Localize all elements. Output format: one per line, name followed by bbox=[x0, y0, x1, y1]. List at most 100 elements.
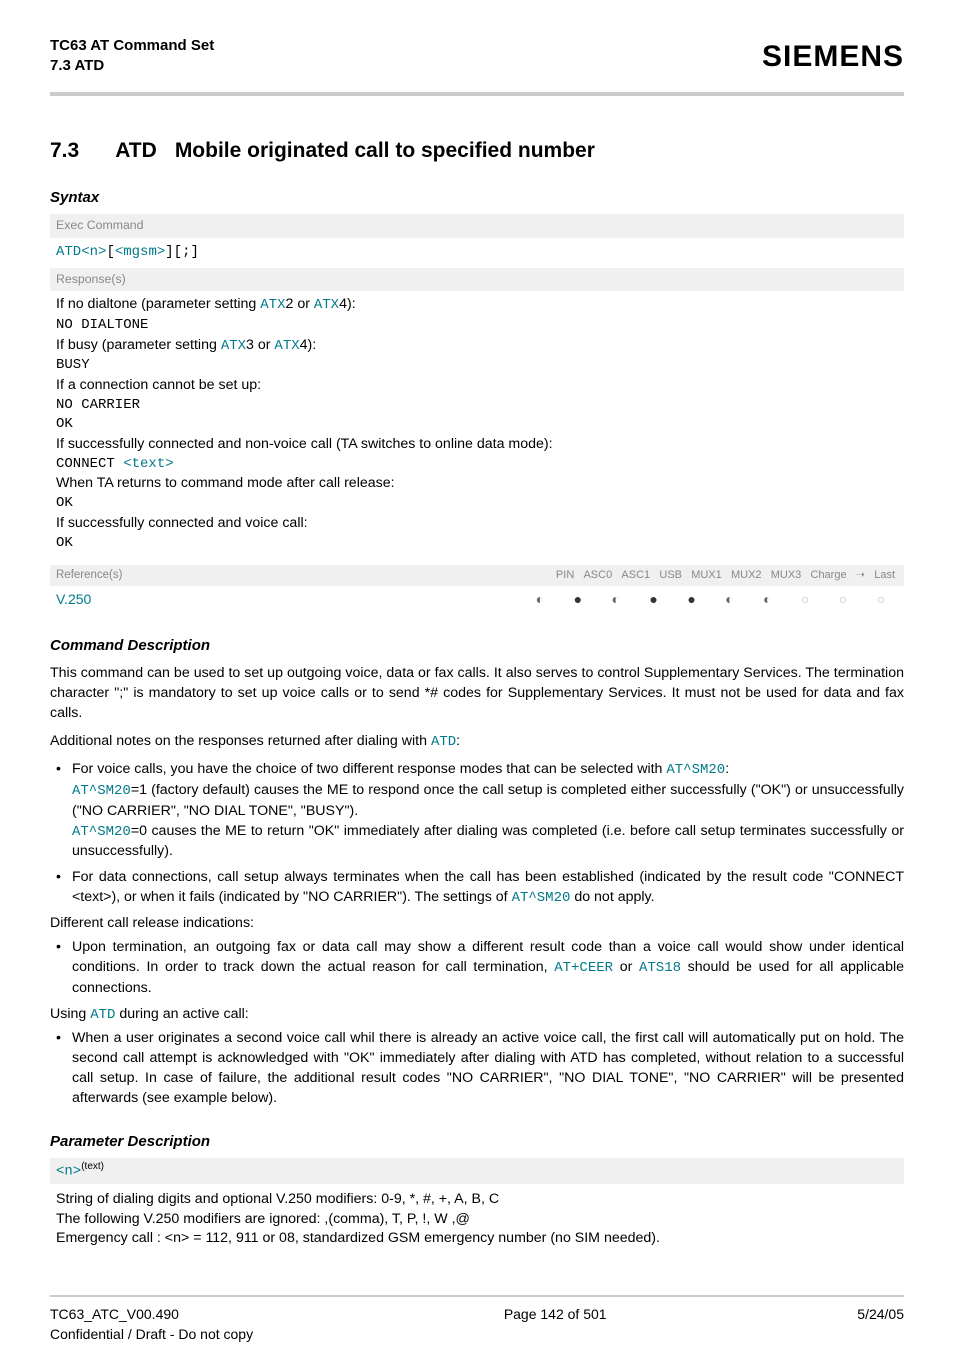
footer-conf: Confidential / Draft - Do not copy bbox=[50, 1325, 253, 1345]
page-header: TC63 AT Command Set 7.3 ATD SIEMENS bbox=[50, 36, 904, 88]
syntax-heading: Syntax bbox=[50, 187, 904, 208]
dot-asc0: ● bbox=[561, 590, 595, 610]
param-desc-heading: Parameter Description bbox=[50, 1131, 904, 1152]
ats18-link[interactable]: ATS18 bbox=[639, 960, 681, 976]
reference-label: Reference(s) bbox=[56, 567, 122, 583]
exec-cmd: ATD bbox=[56, 244, 81, 260]
notes-list-3: When a user originates a second voice ca… bbox=[50, 1029, 904, 1109]
notes-list-1: For voice calls, you have the choice of … bbox=[50, 760, 904, 908]
responses-header: Response(s) bbox=[50, 268, 904, 291]
doc-section: 7.3 ATD bbox=[50, 56, 214, 76]
section-number: 7.3 bbox=[50, 139, 79, 162]
param-n-tag: <n>(text) bbox=[50, 1158, 904, 1184]
atx-link-1[interactable]: ATX bbox=[260, 297, 285, 313]
atd-link-1[interactable]: ATD bbox=[431, 734, 456, 750]
atsm20-link-1[interactable]: AT^SM20 bbox=[666, 762, 725, 778]
list-item: For voice calls, you have the choice of … bbox=[50, 760, 904, 862]
resp-line6: If successfully connected and voice call… bbox=[56, 514, 898, 534]
exec-mgsm[interactable]: <mgsm> bbox=[115, 244, 165, 260]
dot-arrow: ○ bbox=[826, 590, 860, 610]
exec-command-header: Exec Command bbox=[50, 214, 904, 237]
resp-busy: BUSY bbox=[56, 356, 898, 376]
col-charge: Charge bbox=[808, 568, 850, 583]
reference-vals: ◐ ● ◐ ● ● ◐ ◐ ○ ○ ○ bbox=[523, 590, 898, 610]
dot-last: ○ bbox=[864, 590, 898, 610]
atsm20-link-4[interactable]: AT^SM20 bbox=[512, 890, 571, 906]
atsm20-link-2[interactable]: AT^SM20 bbox=[72, 783, 131, 799]
dot-mux1: ● bbox=[675, 590, 709, 610]
list-item: Upon termination, an outgoing fax or dat… bbox=[50, 938, 904, 998]
resp-line1: If no dialtone (parameter setting ATX2 o… bbox=[56, 295, 898, 316]
atceer-link[interactable]: AT+CEER bbox=[554, 960, 613, 976]
cmd-desc-p2: Additional notes on the responses return… bbox=[50, 732, 904, 753]
section-title: 7.3 ATD Mobile originated call to specifie… bbox=[50, 136, 904, 165]
exec-command-body: ATD<n>[<mgsm>][;] bbox=[50, 238, 904, 269]
exec-bracket-close: ][;] bbox=[165, 244, 199, 260]
command-desc-heading: Command Description bbox=[50, 635, 904, 656]
footer-center: Page 142 of 501 bbox=[504, 1305, 607, 1344]
diff-release-label: Different call release indications: bbox=[50, 914, 904, 934]
doc-title: TC63 AT Command Set bbox=[50, 36, 214, 56]
param-line: String of dialing digits and optional V.… bbox=[56, 1190, 898, 1210]
param-n-desc: String of dialing digits and optional V.… bbox=[50, 1188, 904, 1252]
col-last: Last bbox=[871, 568, 898, 583]
atx-link-4[interactable]: ATX bbox=[274, 338, 299, 354]
param-n-name[interactable]: <n> bbox=[56, 1163, 81, 1179]
section-cmd: ATD bbox=[115, 139, 157, 162]
resp-ok3: OK bbox=[56, 534, 898, 554]
col-usb: USB bbox=[656, 568, 685, 583]
col-asc0: ASC0 bbox=[580, 568, 615, 583]
list-item: When a user originates a second voice ca… bbox=[50, 1029, 904, 1109]
list-item: For data connections, call setup always … bbox=[50, 868, 904, 908]
resp-ok2: OK bbox=[56, 494, 898, 514]
cmd-desc-p1: This command can be used to set up outgo… bbox=[50, 664, 904, 724]
ref-v250[interactable]: V.250 bbox=[56, 590, 91, 610]
dot-charge: ○ bbox=[788, 590, 822, 610]
dot-mux3: ◐ bbox=[750, 590, 784, 610]
notes-list-2: Upon termination, an outgoing fax or dat… bbox=[50, 938, 904, 998]
col-asc1: ASC1 bbox=[618, 568, 653, 583]
param-line: Emergency call : <n> = 112, 911 or 08, s… bbox=[56, 1229, 898, 1249]
text-param[interactable]: <text> bbox=[123, 456, 173, 472]
reference-data-row: V.250 ◐ ● ◐ ● ● ◐ ◐ ○ ○ ○ bbox=[50, 586, 904, 614]
header-left: TC63 AT Command Set 7.3 ATD bbox=[50, 36, 214, 77]
using-atd-label: Using ATD during an active call: bbox=[50, 1005, 904, 1026]
section-desc: Mobile originated call to specified numb… bbox=[175, 139, 595, 162]
dot-pin: ◐ bbox=[523, 590, 557, 610]
dot-asc1: ◐ bbox=[599, 590, 633, 610]
exec-command-line: ATD<n>[<mgsm>][;] bbox=[56, 244, 199, 260]
col-arrow: ➝ bbox=[853, 568, 868, 583]
col-mux1: MUX1 bbox=[688, 568, 725, 583]
resp-line3: If a connection cannot be set up: bbox=[56, 376, 898, 396]
atx-link-2[interactable]: ATX bbox=[314, 297, 339, 313]
header-divider bbox=[50, 92, 904, 96]
resp-connect: CONNECT <text> bbox=[56, 455, 898, 475]
param-n-type: (text) bbox=[81, 1161, 104, 1172]
resp-no-dialtone: NO DIALTONE bbox=[56, 316, 898, 336]
resp-ok1: OK bbox=[56, 415, 898, 435]
atsm20-link-3[interactable]: AT^SM20 bbox=[72, 824, 131, 840]
col-mux3: MUX3 bbox=[768, 568, 805, 583]
param-line: The following V.250 modifiers are ignore… bbox=[56, 1210, 898, 1230]
col-mux2: MUX2 bbox=[728, 568, 765, 583]
resp-line5: When TA returns to command mode after ca… bbox=[56, 474, 898, 494]
exec-n[interactable]: <n> bbox=[81, 244, 106, 260]
resp-line4: If successfully connected and non-voice … bbox=[56, 435, 898, 455]
dot-usb: ● bbox=[637, 590, 671, 610]
dot-mux2: ◐ bbox=[712, 590, 746, 610]
footer-left: TC63_ATC_V00.490 Confidential / Draft - … bbox=[50, 1305, 253, 1344]
resp-no-carrier: NO CARRIER bbox=[56, 396, 898, 416]
resp-line2: If busy (parameter setting ATX3 or ATX4)… bbox=[56, 336, 898, 357]
page-footer: TC63_ATC_V00.490 Confidential / Draft - … bbox=[50, 1297, 904, 1344]
atd-link-2[interactable]: ATD bbox=[90, 1007, 115, 1023]
exec-command-box: Exec Command ATD<n>[<mgsm>][;] Response(… bbox=[50, 214, 904, 613]
reference-header-row: Reference(s) PIN ASC0 ASC1 USB MUX1 MUX2… bbox=[50, 565, 904, 585]
exec-bracket-open: [ bbox=[106, 244, 114, 260]
brand-logo: SIEMENS bbox=[762, 36, 904, 78]
col-pin: PIN bbox=[553, 568, 577, 583]
reference-cols: PIN ASC0 ASC1 USB MUX1 MUX2 MUX3 Charge … bbox=[553, 567, 898, 583]
footer-version: TC63_ATC_V00.490 bbox=[50, 1305, 253, 1325]
responses-body: If no dialtone (parameter setting ATX2 o… bbox=[50, 291, 904, 559]
footer-right: 5/24/05 bbox=[857, 1305, 904, 1344]
atx-link-3[interactable]: ATX bbox=[221, 338, 246, 354]
